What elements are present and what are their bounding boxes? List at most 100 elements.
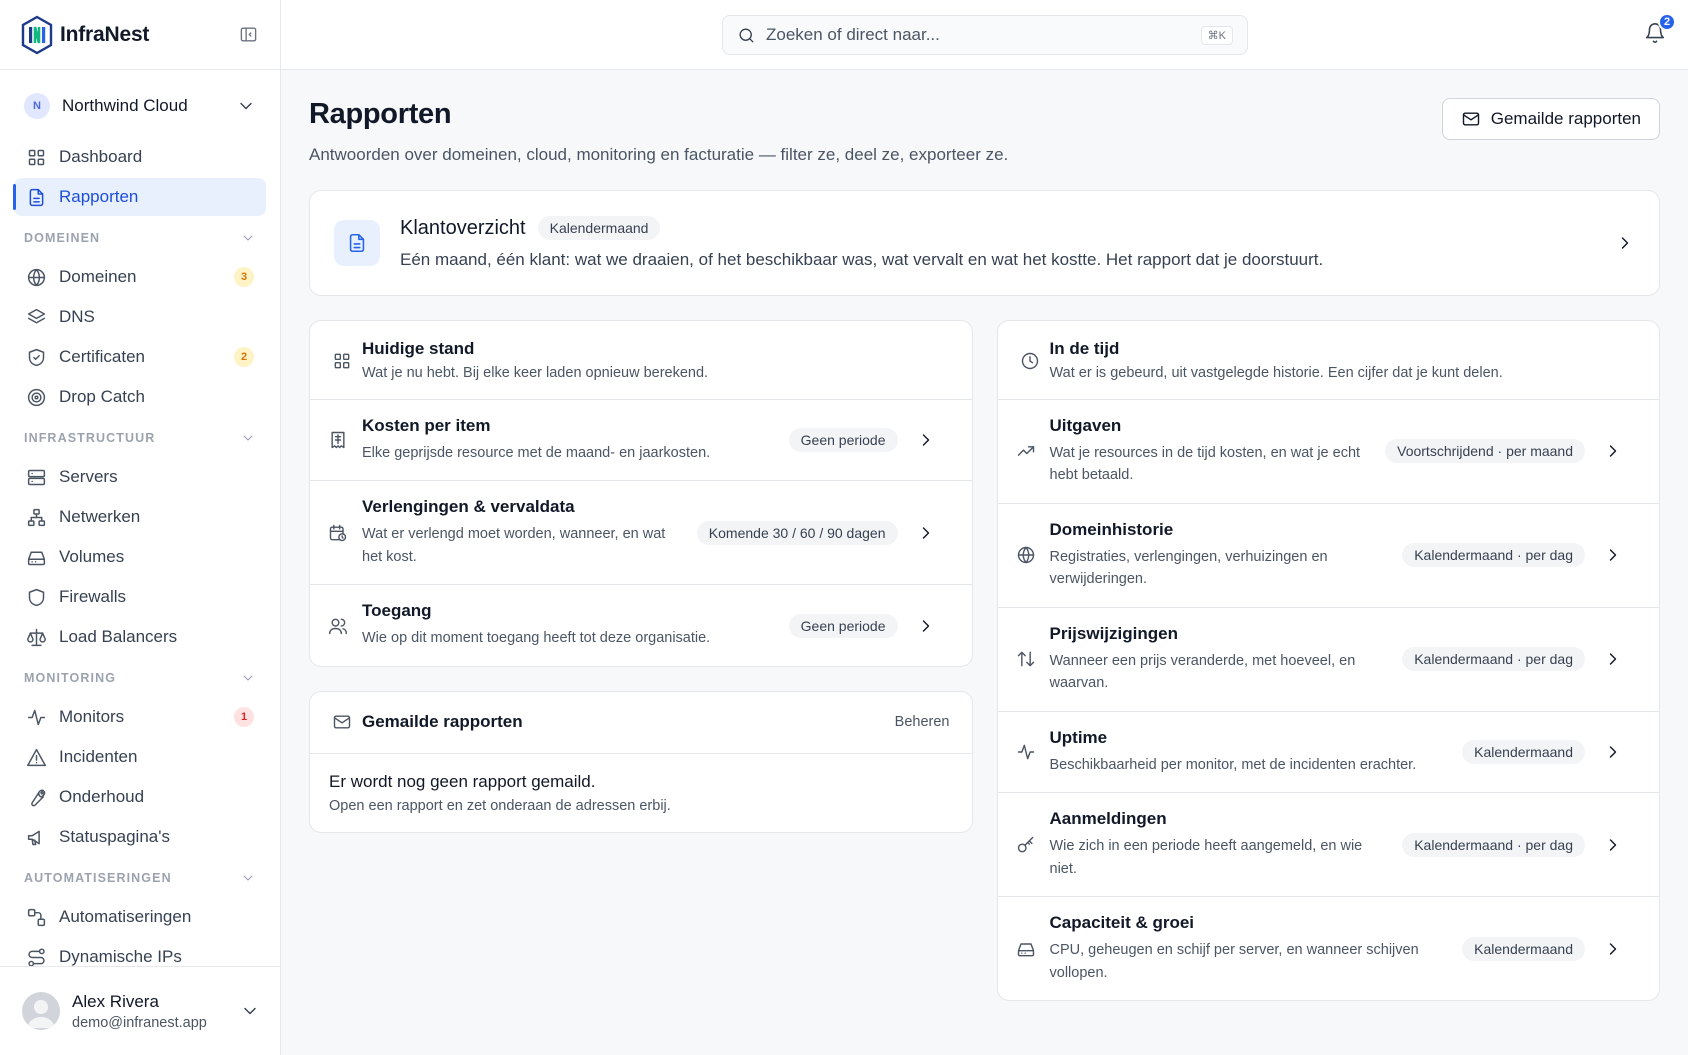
report-description: Wanneer een prijs veranderde, met hoevee… [1049,652,1356,692]
search-shortcut: ⌘K [1200,25,1233,45]
infranest-logo-icon [21,15,53,54]
report-row-capaciteit-groei[interactable]: Capaciteit & groei CPU, geheugen en schi… [998,897,1660,1000]
sidebar-item-firewalls[interactable]: Firewalls [14,578,266,616]
sidebar-item-load-balancers[interactable]: Load Balancers [14,618,266,656]
user-menu[interactable]: Alex Rivera demo@infranest.app [0,966,280,1055]
trending-up-icon [1017,446,1034,457]
sidebar-item-certificaten[interactable]: Certificaten 2 [14,338,266,376]
grid-icon [28,149,45,165]
sidebar-item-label: Statuspagina's [59,827,170,846]
sidebar-item-incidenten[interactable]: Incidenten [14,738,266,776]
workflow-icon [27,908,46,926]
alert-triangle-icon [27,748,46,766]
collapse-sidebar-button[interactable] [236,23,260,47]
sidebar-item-drop-catch[interactable]: Drop Catch [14,378,266,416]
shield-check-icon [28,348,45,366]
network-icon [27,508,46,526]
report-row-uitgaven[interactable]: Uitgaven Wat je resources in de tijd kos… [997,400,1659,504]
client-overview-card[interactable]: Klantoverzicht Kalendermaand Eén maand, … [309,190,1660,296]
section-infrastructuur[interactable]: INFRASTRUCTUUR [14,418,266,458]
file-text-icon [349,233,365,253]
section-domeinen[interactable]: DOMEINEN [14,218,266,258]
grid-icon [334,353,350,369]
chevron-down-icon [243,875,253,881]
search-input[interactable]: Zoeken of direct naar... ⌘K [722,15,1248,55]
report-title: Capaciteit & groei [1049,913,1195,933]
sidebar-item-netwerken[interactable]: Netwerken [14,498,266,536]
calendar-clock-icon [329,524,347,542]
globe-icon [27,268,46,286]
count-badge: 2 [234,347,254,367]
chevron-down-icon [243,675,253,681]
report-title: Domeinhistorie [1049,519,1174,539]
report-row-verlengingen-vervaldata[interactable]: Verlengingen & vervaldata Wat er verleng… [310,481,972,586]
search-placeholder: Zoeken of direct naar... [766,25,940,44]
report-title: Kosten per item [362,416,491,435]
sidebar-item-label: Volumes [59,547,125,566]
sidebar-item-rapporten[interactable]: Rapporten [13,178,266,216]
sidebar-item-servers[interactable]: Servers [14,458,266,496]
notification-count: 2 [1658,13,1676,31]
manage-link[interactable]: Beheren [895,714,950,730]
sidebar-item-statuspagina-s[interactable]: Statuspagina's [14,818,266,856]
org-switcher[interactable]: N Northwind Cloud [12,74,268,138]
sidebar-item-label: DNS [59,307,95,326]
mailed-reports-button[interactable]: Gemailde rapporten [1441,98,1660,140]
count-badge: 3 [234,267,254,287]
report-description: Wie zich in een periode heeft aangemeld,… [1049,838,1363,877]
report-title: Verlengingen & vervaldata [362,497,575,517]
sidebar-item-label: Certificaten [59,347,145,366]
report-row-aanmeldingen[interactable]: Aanmeldingen Wie zich in een periode hee… [997,793,1659,898]
scale-icon [27,628,46,646]
user-email: demo@infranest.app [72,1014,207,1031]
user-avatar-icon [27,1000,55,1028]
period-badge: Kalendermaand · per dag [1402,832,1585,857]
route-icon [28,947,45,967]
chevron-right-icon [922,434,929,446]
report-row-toegang[interactable]: Toegang Wie op dit moment toegang heeft … [310,585,972,665]
report-row-prijswijzigingen[interactable]: Prijswijzigingen Wanneer een prijs veran… [997,608,1659,712]
activity-icon [1017,744,1034,760]
target-icon [27,388,46,406]
sidebar-item-automatiseringen[interactable]: Automatiseringen [14,898,266,936]
report-description: Wat er verlengd moet worden, wanneer, en… [362,526,666,565]
sidebar-item-domeinen[interactable]: Domeinen 3 [14,258,266,296]
chevron-right-icon [1609,653,1617,666]
chevron-down-icon [243,235,253,241]
megaphone-icon [27,830,40,845]
shield-icon [28,588,45,606]
mailed-card-title: Gemailde rapporten [362,712,523,732]
sidebar-item-label: Servers [59,467,118,486]
sidebar-item-dns[interactable]: DNS [14,298,266,336]
notifications-button[interactable]: 2 [1644,13,1676,46]
section-automatiseringen[interactable]: AUTOMATISERINGEN [14,858,266,898]
sidebar: InfraNest N Northwind Cloud Dashboard Ra… [0,0,281,1055]
report-row-kosten-per-item[interactable]: Kosten per item Elke geprijsde resource … [310,400,972,482]
sidebar-item-label: Netwerken [59,507,141,526]
report-row-domeinhistorie[interactable]: Domeinhistorie Registraties, verlenginge… [997,504,1659,608]
report-description: Beschikbaarheid per monitor, met de inci… [1049,756,1417,773]
topbar: Zoeken of direct naar... ⌘K 2 [281,0,1688,70]
sidebar-item-volumes[interactable]: Volumes [14,538,266,576]
period-badge: Komende 30 / 60 / 90 dagen [696,520,898,545]
page-subtitle: Antwoorden over domeinen, cloud, monitor… [309,145,1009,164]
sidebar-item-monitors[interactable]: Monitors 1 [14,698,266,736]
sidebar-item-label: Domeinen [59,267,137,286]
chevron-down-icon [240,102,252,110]
sidebar-item-label: Automatiseringen [59,907,192,926]
empty-state-text: Er wordt nog geen rapport gemaild. [329,771,596,791]
period-badge: Voortschrijdend · per maand [1385,439,1585,464]
org-name: Northwind Cloud [62,96,188,115]
report-row-uptime[interactable]: Uptime Beschikbaarheid per monitor, met … [997,712,1659,794]
section-monitoring[interactable]: MONITORING [14,658,266,698]
sidebar-item-onderhoud[interactable]: Onderhoud [14,778,266,816]
period-badge: Geen periode [788,428,898,453]
right-column: In de tijd Wat er is gebeurd, uit vastge… [996,320,1660,1002]
left-column: Huidige stand Wat je nu hebt. Bij elke k… [309,320,973,1001]
chevron-down-icon [244,1007,256,1015]
chevron-right-icon [1609,839,1617,851]
user-name: Alex Rivera [72,991,159,1011]
sidebar-item-dashboard[interactable]: Dashboard [14,138,266,176]
report-title: Toegang [362,601,432,621]
count-badge: 1 [234,707,254,727]
